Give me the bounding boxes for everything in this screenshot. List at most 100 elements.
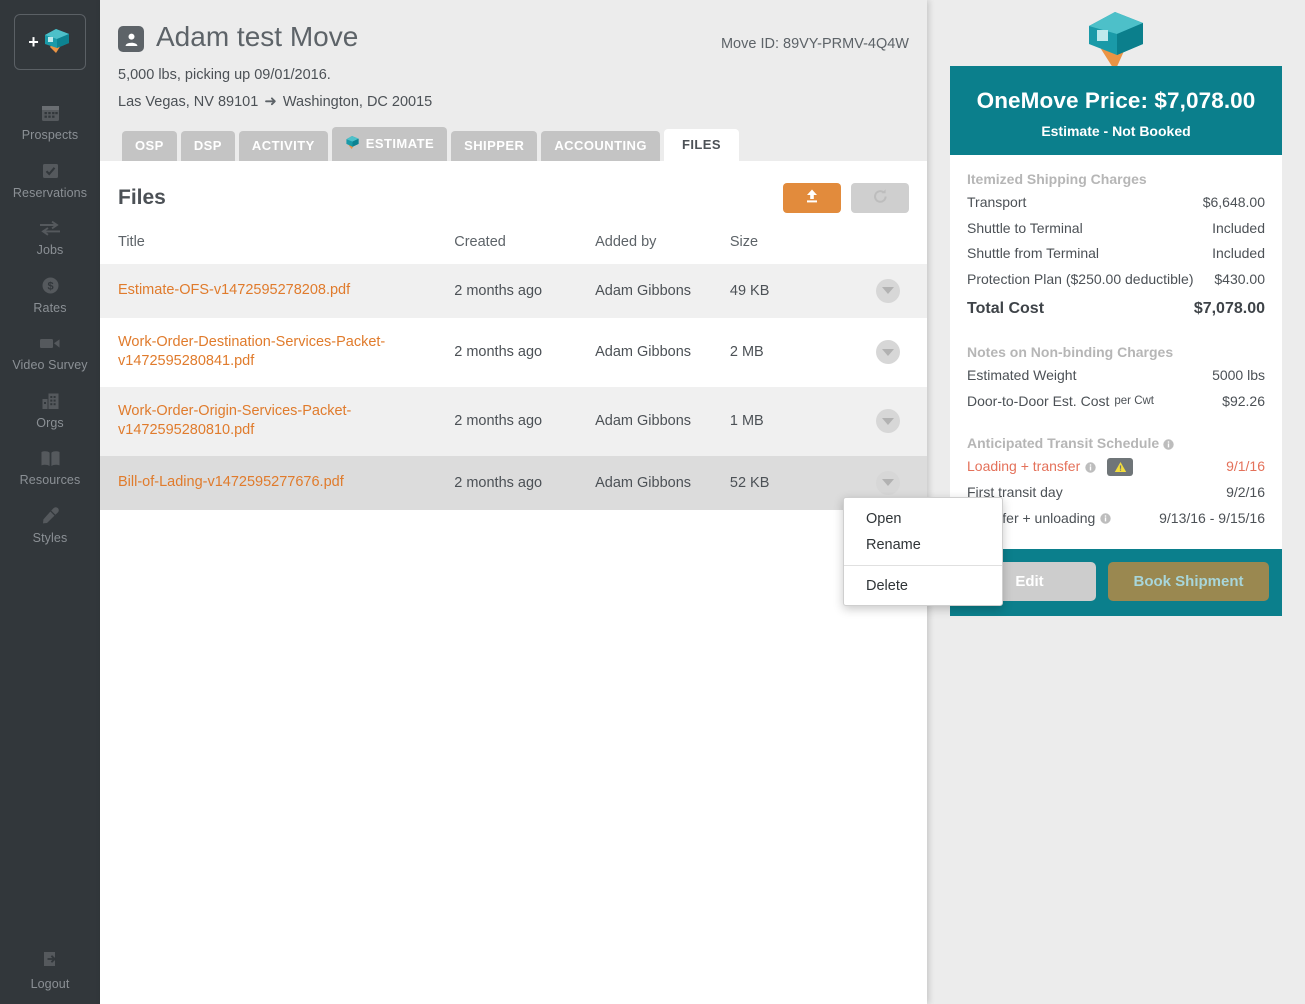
sidebar-item-jobs[interactable]: Jobs	[0, 209, 100, 267]
sidebar-item-label: Orgs	[36, 415, 64, 430]
table-header-row: Title Created Added by Size	[100, 225, 927, 264]
table-row[interactable]: Bill-of-Lading-v1472595277676.pdf 2 mont…	[100, 455, 927, 510]
transit-value: 9/2/16	[1226, 484, 1265, 500]
upload-button[interactable]	[783, 182, 841, 213]
context-menu-item-rename[interactable]: Rename	[844, 532, 1002, 558]
total-cost-value: $7,078.00	[1193, 300, 1265, 317]
refresh-button[interactable]	[851, 182, 909, 213]
upload-icon	[804, 188, 820, 207]
arrow-right-icon: ➜	[264, 93, 277, 111]
sidebar-item-orgs[interactable]: Orgs	[0, 382, 100, 440]
exchange-arrows-icon	[39, 217, 61, 239]
file-added-by: Adam Gibbons	[595, 344, 692, 361]
onemove-logo-icon	[42, 27, 72, 58]
sidebar-item-video-survey[interactable]: Video Survey	[0, 324, 100, 382]
info-icon[interactable]	[1085, 461, 1096, 473]
files-heading: Files	[118, 185, 166, 209]
eyedropper-icon	[41, 505, 60, 527]
sidebar-item-reservations[interactable]: Reservations	[0, 152, 100, 210]
main-sidebar: + Prospects Reservations Jobs $ Rates Vi…	[0, 0, 100, 1004]
charge-label: Shuttle to Terminal	[967, 219, 1083, 236]
note-value: 5000 lbs	[1212, 367, 1265, 383]
sidebar-item-logout[interactable]: Logout	[0, 950, 100, 991]
person-icon	[118, 26, 144, 53]
tab-files[interactable]: FILES	[663, 128, 740, 161]
charge-row: Transport $6,648.00	[967, 190, 1265, 216]
move-id: Move ID: 89VY-PRMV-4Q4W	[720, 36, 909, 52]
new-move-logo-button[interactable]: +	[14, 14, 86, 70]
row-menu-chevron-down-icon[interactable]	[875, 278, 900, 303]
note-label: Door-to-Door Est. Cost	[967, 392, 1110, 409]
file-name-link[interactable]: Work-Order-Destination-Services-Packet-v…	[118, 333, 444, 372]
context-menu-item-open[interactable]: Open	[844, 506, 1002, 532]
sidebar-item-label: Rates	[33, 300, 67, 315]
video-camera-icon	[39, 332, 61, 354]
info-icon[interactable]	[1163, 439, 1174, 450]
file-created: 2 months ago	[452, 263, 594, 318]
tab-osp[interactable]: OSP	[122, 130, 177, 161]
refresh-icon	[872, 188, 889, 208]
sidebar-item-rates[interactable]: $ Rates	[0, 267, 100, 325]
row-menu-chevron-down-icon[interactable]	[875, 470, 900, 495]
tab-estimate-label: ESTIMATE	[365, 135, 435, 151]
book-shipment-button[interactable]: Book Shipment	[1108, 562, 1269, 601]
total-cost-label: Total Cost	[967, 300, 1045, 317]
move-summary: 5,000 lbs, picking up 09/01/2016.	[118, 66, 331, 83]
move-header: Adam test Move Move ID: 89VY-PRMV-4Q4W 5…	[100, 0, 927, 161]
file-name-link[interactable]: Bill-of-Lading-v1472595277676.pdf	[118, 473, 344, 493]
charge-row: Shuttle from Terminal Included	[967, 241, 1265, 267]
plus-icon: +	[28, 32, 39, 52]
transit-schedule-heading: Anticipated Transit Schedule	[967, 435, 1265, 451]
note-label: Estimated Weight	[967, 367, 1077, 383]
house-pin-icon	[1085, 9, 1147, 74]
sidebar-item-prospects[interactable]: Prospects	[0, 94, 100, 152]
table-row[interactable]: Estimate-OFS-v1472595278208.pdf 2 months…	[100, 263, 927, 318]
note-label-group: Door-to-Door Est. Cost per Cwt	[967, 393, 1154, 411]
charge-row: Protection Plan ($250.00 deductible) $43…	[967, 267, 1265, 293]
file-added-by: Adam Gibbons	[593, 263, 728, 318]
page-title: Adam test Move	[118, 21, 359, 53]
files-panel: Files Title Created Added by Size Estima…	[100, 160, 927, 510]
tab-dsp[interactable]: DSP	[180, 130, 235, 161]
tab-estimate[interactable]: ESTIMATE	[331, 126, 448, 161]
column-header-actions	[856, 225, 928, 264]
quote-header: OneMove Price: $7,078.00 Estimate - Not …	[950, 66, 1282, 155]
sidebar-item-label: Prospects	[21, 128, 79, 142]
charge-label: Transport	[967, 194, 1027, 210]
file-name-link[interactable]: Work-Order-Origin-Services-Packet-v14725…	[118, 402, 444, 441]
info-icon[interactable]	[1100, 513, 1111, 524]
itemized-charges-heading: Itemized Shipping Charges	[967, 171, 1147, 187]
transit-schedule-heading-text: Anticipated Transit Schedule	[967, 435, 1160, 451]
note-value: $92.26	[1222, 392, 1265, 409]
page-title-text: Adam test Move	[156, 21, 359, 52]
transit-row: Transfer + unloading 9/13/16 - 9/15/16	[967, 506, 1265, 532]
row-menu-chevron-down-icon[interactable]	[875, 340, 900, 365]
dollar-circle-icon: $	[41, 275, 60, 297]
charge-label: Shuttle from Terminal	[967, 245, 1100, 261]
svg-text:$: $	[47, 281, 53, 293]
file-name-link[interactable]: Estimate-OFS-v1472595278208.pdf	[118, 281, 350, 301]
context-menu-item-delete[interactable]: Delete	[844, 573, 1002, 599]
file-size: 2 MB	[729, 344, 764, 361]
sidebar-item-styles[interactable]: Styles	[0, 497, 100, 555]
table-row[interactable]: Work-Order-Destination-Services-Packet-v…	[100, 318, 927, 387]
warning-triangle-icon[interactable]	[1107, 458, 1134, 476]
tab-shipper[interactable]: SHIPPER	[451, 130, 538, 161]
column-header-added-by: Added by	[595, 233, 657, 250]
sidebar-item-label: Jobs	[36, 243, 64, 257]
tab-accounting[interactable]: ACCOUNTING	[541, 130, 660, 161]
column-header-size: Size	[729, 233, 759, 250]
files-actions	[783, 182, 909, 213]
calendar-icon	[41, 102, 60, 124]
transit-value: 9/1/16	[1226, 458, 1265, 475]
table-row[interactable]: Work-Order-Origin-Services-Packet-v14725…	[100, 386, 927, 456]
charge-value: Included	[1212, 245, 1265, 261]
transit-value: 9/13/16 - 9/15/16	[1159, 509, 1265, 526]
column-header-created: Created	[454, 233, 506, 250]
logout-icon	[41, 950, 60, 973]
sidebar-item-resources[interactable]: Resources	[0, 439, 100, 497]
tab-activity[interactable]: ACTIVITY	[238, 130, 328, 161]
sidebar-nav-list: Prospects Reservations Jobs $ Rates Vide…	[0, 94, 100, 554]
charge-value: Included	[1212, 219, 1265, 236]
row-menu-chevron-down-icon[interactable]	[875, 409, 900, 434]
